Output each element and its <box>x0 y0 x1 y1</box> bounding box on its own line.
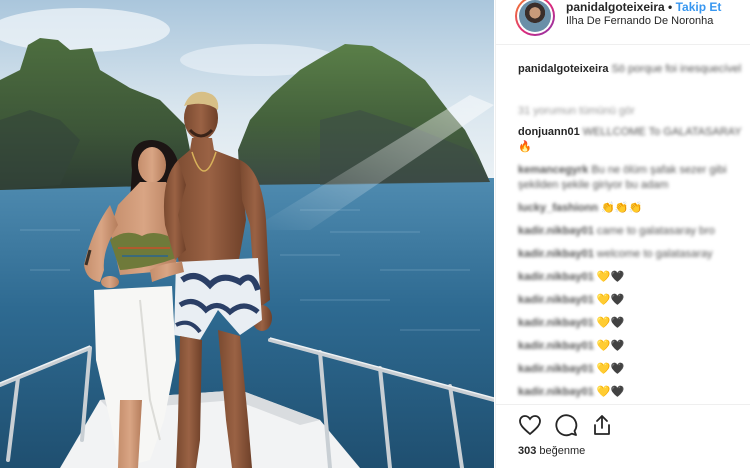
comment-username[interactable]: kadir.nikbay01 <box>518 225 594 237</box>
comment-item: kadir.nikbay01 💛🖤 <box>518 293 748 308</box>
user-avatar[interactable] <box>515 0 555 36</box>
comment-item: kadir.nikbay01 came to galatasaray bro <box>518 224 748 239</box>
heart-icon[interactable] <box>518 413 544 439</box>
comment-item: kadir.nikbay01 💛🖤 <box>518 270 748 285</box>
post-details-panel: panidalgoteixeira • Takip Et Ilha De Fer… <box>495 0 750 468</box>
comment-item: kadir.nikbay01 💛🖤 <box>518 385 748 400</box>
avatar-image <box>519 0 551 32</box>
comment-icon[interactable] <box>554 413 580 439</box>
username-link[interactable]: panidalgoteixeira <box>566 0 665 14</box>
instagram-post: panidalgoteixeira • Takip Et Ilha De Fer… <box>0 0 750 468</box>
comment-username[interactable]: kadir.nikbay01 <box>518 248 594 260</box>
comment-username[interactable]: donjuann01 <box>518 126 580 138</box>
hearts-emoji-icon: 💛🖤 <box>596 317 625 329</box>
comment-username[interactable]: kemancegyrk <box>518 164 588 176</box>
share-icon[interactable] <box>590 413 616 439</box>
photo-illustration <box>0 0 494 468</box>
post-photo[interactable] <box>0 0 494 468</box>
location-link[interactable]: Ilha De Fernando De Noronha <box>566 15 713 27</box>
caption: panidalgoteixeira Sö porque foi inesquec… <box>518 62 748 96</box>
comments-section: panidalgoteixeira Sö porque foi inesquec… <box>518 62 748 400</box>
hearts-emoji-icon: 💛🖤 <box>596 271 625 283</box>
comment-username[interactable]: kadir.nikbay01 <box>518 340 594 352</box>
comment-username[interactable]: kadir.nikbay01 <box>518 271 594 283</box>
follow-button[interactable]: Takip Et <box>676 0 722 14</box>
comment-item: kadir.nikbay01 💛🖤 <box>518 362 748 377</box>
comment-text: welcome to galatasaray <box>596 248 713 260</box>
like-count-number: 303 <box>518 445 537 457</box>
caption-username[interactable]: panidalgoteixeira <box>518 63 608 75</box>
comment-username[interactable]: kadir.nikbay01 <box>518 363 594 375</box>
hearts-emoji-icon: 💛🖤 <box>596 363 625 375</box>
header-divider <box>496 44 750 45</box>
clap-emoji-icon: 👏👏👏 <box>601 202 643 214</box>
post-header: panidalgoteixeira • Takip Et Ilha De Fer… <box>496 0 750 44</box>
comment-item: donjuann01 WELLCOME To GALATASARAY 🔥 <box>518 125 748 155</box>
comment-username[interactable]: lucky_fashionn <box>518 202 598 214</box>
comment-item: kadir.nikbay01 💛🖤 <box>518 339 748 354</box>
comment-username[interactable]: kadir.nikbay01 <box>518 294 594 306</box>
view-all-comments-link[interactable]: 31 yorumun tümünü gör <box>518 104 748 122</box>
comment-item: kemancegyrk Bu ne ölüm şafak sezer gibi … <box>518 163 748 193</box>
header-user-row: panidalgoteixeira • Takip Et <box>566 0 721 14</box>
comment-username[interactable]: kadir.nikbay01 <box>518 317 594 329</box>
hearts-emoji-icon: 💛🖤 <box>596 294 625 306</box>
comment-text: came to galatasaray bro <box>596 225 715 237</box>
hearts-emoji-icon: 💛🖤 <box>596 386 625 398</box>
comment-item: kadir.nikbay01 welcome to galatasaray <box>518 247 748 262</box>
like-count-label: beğenme <box>539 445 586 457</box>
comment-username[interactable]: kadir.nikbay01 <box>518 386 594 398</box>
fire-emoji-icon: 🔥 <box>518 141 532 153</box>
like-count[interactable]: 303 beğenme <box>518 445 585 457</box>
hearts-emoji-icon: 💛🖤 <box>596 340 625 352</box>
comment-item: lucky_fashionn 👏👏👏 <box>518 201 748 216</box>
comment-item: kadir.nikbay01 💛🖤 <box>518 316 748 331</box>
separator-dot: • <box>668 0 673 14</box>
comment-text: WELLCOME To GALATASARAY <box>582 126 742 138</box>
actions-divider <box>496 404 750 405</box>
caption-text: Sö porque foi inesquecível <box>611 63 742 75</box>
